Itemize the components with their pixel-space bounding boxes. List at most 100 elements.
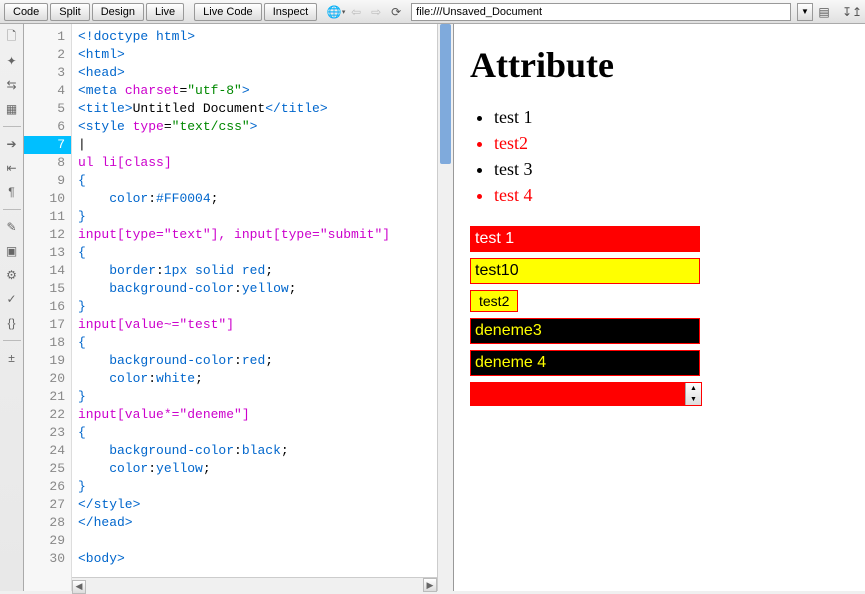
line-number: 4 <box>24 82 65 100</box>
line-number: 23 <box>24 424 65 442</box>
spinner-down-icon[interactable]: ▼ <box>686 394 701 405</box>
number-spinner[interactable]: ▲ ▼ <box>685 383 701 405</box>
code-line[interactable]: <style type="text/css"> <box>78 118 437 136</box>
line-number: 22 <box>24 406 65 424</box>
line-number: 14 <box>24 262 65 280</box>
tool-document-icon[interactable]: 🗋 <box>3 28 21 46</box>
tool-gear-icon[interactable]: ⚙ <box>3 266 21 284</box>
preview-inputs: test2 <box>470 226 849 376</box>
live-code-button[interactable]: Live Code <box>194 3 262 21</box>
code-line[interactable]: { <box>78 334 437 352</box>
code-line[interactable]: } <box>78 478 437 496</box>
design-view-button[interactable]: Design <box>92 3 144 21</box>
code-line[interactable]: background-color:red; <box>78 352 437 370</box>
code-line[interactable]: border:1px solid red; <box>78 262 437 280</box>
line-number: 12 <box>24 226 65 244</box>
code-area[interactable]: <!doctype html><html><head><meta charset… <box>72 24 437 591</box>
code-line[interactable]: | <box>78 136 437 154</box>
refresh-icon[interactable]: ⟳ <box>387 3 405 21</box>
editor-vertical-scrollbar[interactable] <box>437 24 453 591</box>
split-view-button[interactable]: Split <box>50 3 89 21</box>
code-editor-pane: 1234567891011121314151617181920212223242… <box>24 24 454 591</box>
code-line[interactable]: color:yellow; <box>78 460 437 478</box>
preview-text-input[interactable] <box>470 226 700 252</box>
editor-horizontal-scrollbar[interactable]: ◀ ▶ <box>72 577 437 591</box>
code-line[interactable]: ul li[class] <box>78 154 437 172</box>
code-line[interactable]: background-color:black; <box>78 442 437 460</box>
code-line[interactable]: <body> <box>78 550 437 568</box>
line-number: 19 <box>24 352 65 370</box>
line-gutter: 1234567891011121314151617181920212223242… <box>24 24 72 591</box>
line-number: 1 <box>24 28 65 46</box>
code-line[interactable]: color:white; <box>78 370 437 388</box>
line-number: 21 <box>24 388 65 406</box>
preview-submit-button[interactable]: test2 <box>470 290 518 312</box>
tool-check-icon[interactable]: ✓ <box>3 290 21 308</box>
line-number: 20 <box>24 370 65 388</box>
preview-heading: Attribute <box>470 44 849 86</box>
line-number: 13 <box>24 244 65 262</box>
tool-grid-icon[interactable]: ▦ <box>3 100 21 118</box>
code-line[interactable]: input[type="text"], input[type="submit"] <box>78 226 437 244</box>
code-line[interactable]: </style> <box>78 496 437 514</box>
address-input[interactable] <box>411 3 791 21</box>
workspace: 🗋 ✦ ⇆ ▦ ➔ ⇤ ¶ ✎ ▣ ⚙ ✓ {} ± 1234567891011… <box>0 24 865 591</box>
code-line[interactable]: <title>Untitled Document</title> <box>78 100 437 118</box>
tool-square-icon[interactable]: ▣ <box>3 242 21 260</box>
code-line[interactable]: <html> <box>78 46 437 64</box>
address-dropdown[interactable]: ▼ <box>797 3 813 21</box>
sort-icon[interactable]: ↧↥ <box>843 3 861 21</box>
code-line[interactable]: background-color:yellow; <box>78 280 437 298</box>
preview-pane: Attribute test 1test2test 3test 4 test2 … <box>454 24 865 591</box>
tool-plus-icon[interactable]: ± <box>3 349 21 367</box>
code-line[interactable]: color:#FF0004; <box>78 190 437 208</box>
code-line[interactable]: input[value~="test"] <box>78 316 437 334</box>
list-icon[interactable]: ▤ <box>815 3 833 21</box>
code-view-button[interactable]: Code <box>4 3 48 21</box>
preview-text-input[interactable] <box>470 258 700 284</box>
tool-comment-icon[interactable]: ✎ <box>3 218 21 236</box>
line-number: 9 <box>24 172 65 190</box>
line-number: 8 <box>24 154 65 172</box>
tool-arrow-left-icon[interactable]: ⇤ <box>3 159 21 177</box>
preview-text-input[interactable] <box>470 318 700 344</box>
globe-icon[interactable]: 🌐▾ <box>327 3 345 21</box>
tool-quote-icon[interactable]: ¶ <box>3 183 21 201</box>
line-number: 26 <box>24 478 65 496</box>
tool-arrow-right-icon[interactable]: ➔ <box>3 135 21 153</box>
preview-list: test 1test2test 3test 4 <box>494 104 849 208</box>
spinner-up-icon[interactable]: ▲ <box>686 383 701 394</box>
code-line[interactable]: } <box>78 208 437 226</box>
scroll-right-icon[interactable]: ▶ <box>423 578 437 592</box>
line-number: 28 <box>24 514 65 532</box>
tool-wand-icon[interactable]: ✦ <box>3 52 21 70</box>
code-line[interactable]: <head> <box>78 64 437 82</box>
live-view-button[interactable]: Live <box>146 3 184 21</box>
code-line[interactable]: { <box>78 172 437 190</box>
line-number: 24 <box>24 442 65 460</box>
code-line[interactable]: { <box>78 424 437 442</box>
code-line[interactable]: <!doctype html> <box>78 28 437 46</box>
code-line[interactable]: </head> <box>78 514 437 532</box>
list-item: test2 <box>494 130 849 156</box>
tool-pair-icon[interactable]: ⇆ <box>3 76 21 94</box>
code-line[interactable]: <meta charset="utf-8"> <box>78 82 437 100</box>
tool-braces-icon[interactable]: {} <box>3 314 21 332</box>
preview-text-input[interactable] <box>470 350 700 376</box>
line-number: 29 <box>24 532 65 550</box>
code-line[interactable]: { <box>78 244 437 262</box>
list-item: test 4 <box>494 182 849 208</box>
code-line[interactable]: input[value*="deneme"] <box>78 406 437 424</box>
inspect-button[interactable]: Inspect <box>264 3 317 21</box>
line-number: 2 <box>24 46 65 64</box>
code-line[interactable]: } <box>78 388 437 406</box>
preview-number-input[interactable]: ▲ ▼ <box>470 382 702 406</box>
list-item: test 3 <box>494 156 849 182</box>
scroll-left-icon[interactable]: ◀ <box>72 580 86 594</box>
code-line[interactable]: } <box>78 298 437 316</box>
code-line[interactable] <box>78 532 437 550</box>
line-number: 7 <box>24 136 71 154</box>
forward-icon[interactable]: ⇨ <box>367 3 385 21</box>
line-number: 3 <box>24 64 65 82</box>
back-icon[interactable]: ⇦ <box>347 3 365 21</box>
